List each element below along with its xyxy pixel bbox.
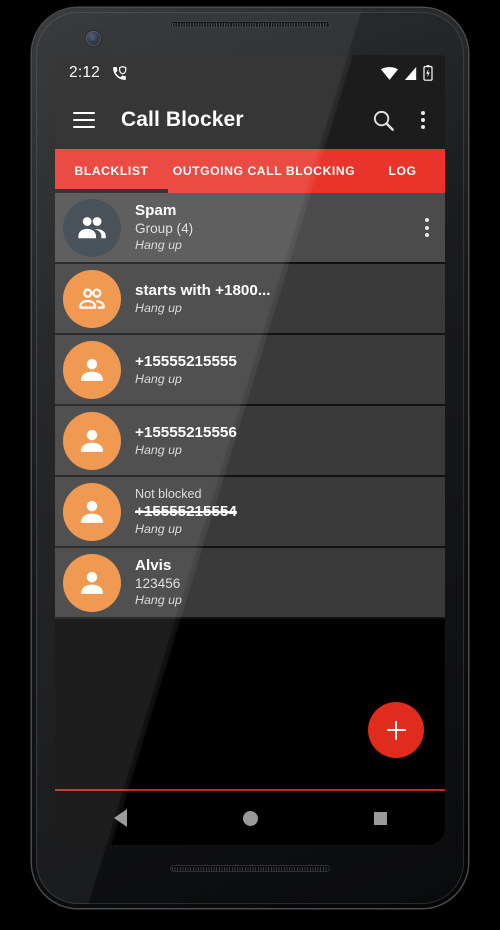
list-item[interactable]: starts with +1800... Hang up	[55, 264, 445, 335]
person-filled-icon	[81, 500, 103, 523]
app-bar-actions	[372, 108, 431, 132]
list-item-text: +15555215556 Hang up	[135, 424, 435, 458]
phone-screen: 2:12 Call Blocker BLACKLIST OUTGOING CAL…	[55, 55, 445, 845]
tab-blacklist-label: BLACKLIST	[74, 164, 149, 178]
list-item-title: starts with +1800...	[135, 281, 271, 299]
nav-home-button[interactable]	[215, 798, 285, 838]
list-item-text: Not blocked +15555215554 Hang up	[135, 487, 435, 537]
list-item-subtitle: 123456	[135, 576, 181, 591]
list-item-subtitle: Group (4)	[135, 221, 194, 236]
status-clock: 2:12	[69, 64, 100, 81]
list-item-title: Alvis	[135, 557, 172, 574]
cellular-signal-icon	[404, 66, 417, 80]
status-notification-icons	[111, 65, 128, 82]
list-item-text: Spam Group (4) Hang up	[135, 202, 419, 253]
group-outline-icon	[79, 288, 105, 309]
status-system-icons	[381, 65, 433, 81]
list-item-action: Hang up	[135, 238, 182, 252]
list-item-action: Hang up	[135, 593, 182, 607]
home-circle-icon	[242, 810, 258, 826]
status-bar: 2:12	[55, 55, 445, 91]
plus-icon-vertical	[394, 720, 398, 740]
nav-recents-button[interactable]	[345, 798, 415, 838]
list-item-action: Hang up	[135, 371, 182, 386]
app-bar: Call Blocker	[55, 91, 445, 149]
tab-blacklist[interactable]: BLACKLIST	[55, 149, 168, 193]
call-shield-icon	[113, 65, 127, 80]
add-button[interactable]	[368, 702, 424, 758]
list-item[interactable]: Alvis 123456 Hang up	[55, 548, 445, 619]
list-item-text: Alvis 123456 Hang up	[135, 557, 435, 608]
avatar	[63, 553, 121, 612]
nav-back-button[interactable]	[85, 798, 155, 838]
search-icon[interactable]	[372, 109, 395, 132]
avatar	[63, 482, 121, 541]
list-item-title: Spam	[135, 202, 177, 219]
list-item-action: Hang up	[135, 442, 182, 457]
list-item-action: Hang up	[135, 300, 182, 315]
list-item[interactable]: +15555215556 Hang up	[55, 406, 445, 477]
list-item[interactable]: +15555215555 Hang up	[55, 335, 445, 406]
tab-outgoing-call-blocking-label: OUTGOING CALL BLOCKING	[172, 164, 356, 178]
person-filled-icon	[81, 571, 103, 594]
wifi-icon	[381, 66, 398, 80]
recents-square-icon	[373, 811, 387, 825]
person-filled-icon	[81, 429, 103, 452]
bottom-speaker	[170, 865, 330, 872]
list-item-title: +15555215555	[135, 352, 237, 370]
front-camera-icon	[86, 31, 101, 46]
list-item-text: +15555215555 Hang up	[135, 353, 435, 387]
list-item[interactable]: Spam Group (4) Hang up	[55, 193, 445, 264]
avatar	[63, 340, 121, 399]
overflow-menu-icon[interactable]	[415, 108, 431, 132]
list-item-title: +15555215556	[135, 423, 237, 441]
list-item-status-label: Not blocked	[135, 486, 202, 501]
hamburger-menu-icon[interactable]	[73, 112, 95, 128]
android-navigation-bar	[55, 791, 445, 845]
list-item-overflow-menu-icon[interactable]	[419, 215, 435, 239]
list-item-action: Hang up	[135, 521, 182, 536]
tab-log-label: LOG	[388, 164, 417, 178]
person-filled-icon	[81, 358, 103, 381]
screenshot-stage: 2:12 Call Blocker BLACKLIST OUTGOING CAL…	[0, 0, 500, 930]
group-filled-icon	[78, 216, 106, 238]
page-title: Call Blocker	[121, 108, 244, 131]
avatar	[63, 269, 121, 328]
tab-log[interactable]: LOG	[360, 149, 445, 193]
earpiece-speaker	[170, 21, 330, 28]
avatar	[63, 198, 121, 257]
battery-charging-icon	[423, 65, 433, 81]
avatar	[63, 411, 121, 470]
list-item-text: starts with +1800... Hang up	[135, 282, 435, 316]
tab-outgoing-call-blocking[interactable]: OUTGOING CALL BLOCKING	[168, 149, 360, 193]
back-triangle-icon	[113, 809, 127, 827]
list-item-title: +15555215554	[135, 502, 237, 520]
list-item[interactable]: Not blocked +15555215554 Hang up	[55, 477, 445, 548]
tab-bar: BLACKLIST OUTGOING CALL BLOCKING LOG	[55, 149, 445, 193]
